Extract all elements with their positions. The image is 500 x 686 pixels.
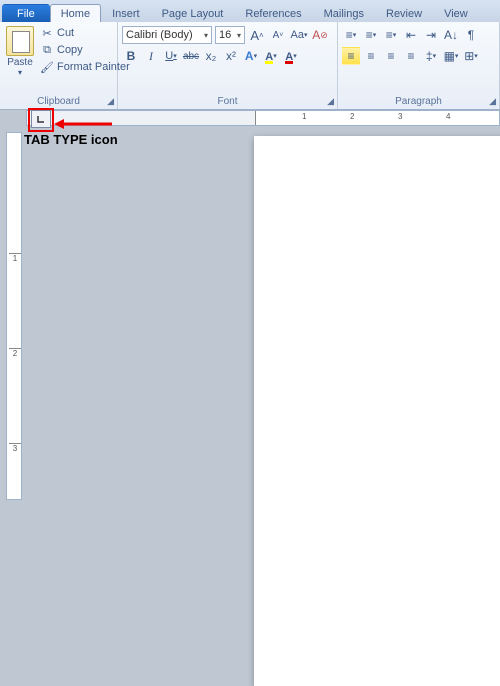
justify-button[interactable]: ≡	[402, 47, 420, 65]
italic-button[interactable]: I	[142, 47, 160, 65]
strikethrough-button[interactable]: abc	[182, 47, 200, 65]
paste-label: Paste	[7, 57, 33, 68]
paste-button[interactable]: Paste ▾	[4, 24, 36, 77]
shading-button[interactable]: ▦▾	[442, 47, 460, 65]
highlight-button[interactable]: A▾	[262, 47, 280, 65]
clipboard-expander-icon[interactable]: ◢	[107, 96, 114, 107]
paste-icon	[6, 26, 34, 56]
font-size-combo[interactable]: 16 ▾	[215, 26, 245, 44]
decrease-indent-button[interactable]: ⇤	[402, 26, 420, 44]
paragraph-group-label: Paragraph	[342, 95, 495, 108]
align-right-button[interactable]: ≡	[382, 47, 400, 65]
cut-label: Cut	[57, 27, 74, 39]
shrink-font-button[interactable]: A˅	[269, 26, 287, 44]
tab-insert[interactable]: Insert	[101, 4, 151, 22]
copy-label: Copy	[57, 44, 83, 56]
align-left-button[interactable]: ≡	[342, 47, 360, 65]
chevron-down-icon: ▾	[204, 31, 208, 40]
cut-icon: ✂	[40, 26, 54, 40]
change-case-button[interactable]: Aa▾	[290, 26, 308, 44]
ruler-scale: 1 2 3 4	[255, 111, 499, 125]
font-group-label: Font	[122, 95, 333, 108]
grow-font-button[interactable]: A˄	[248, 26, 266, 44]
format-painter-button[interactable]: 🖌Format Painter	[40, 60, 130, 74]
format-painter-icon: 🖌	[40, 60, 54, 74]
tab-references[interactable]: References	[234, 4, 312, 22]
font-name-combo[interactable]: Calibri (Body) ▾	[122, 26, 212, 44]
show-marks-button[interactable]: ¶	[462, 26, 480, 44]
paragraph-expander-icon[interactable]: ◢	[489, 96, 496, 107]
subscript-button[interactable]: x₂	[202, 47, 220, 65]
cut-button[interactable]: ✂Cut	[40, 26, 130, 40]
align-center-button[interactable]: ≡	[362, 47, 380, 65]
text-effects-button[interactable]: A▾	[242, 47, 260, 65]
document-page[interactable]	[254, 136, 500, 686]
annotation-highlight-box	[28, 108, 54, 132]
copy-icon: ⧉	[40, 43, 54, 57]
paste-dropdown-icon[interactable]: ▾	[18, 68, 22, 77]
ribbon-tabs: File Home Insert Page Layout References …	[0, 0, 500, 22]
document-workspace: 1 2 3 4 TAB TYPE icon 1 2 3	[0, 110, 500, 500]
tab-page-layout[interactable]: Page Layout	[151, 4, 235, 22]
numbering-button[interactable]: ≡▾	[362, 26, 380, 44]
underline-button[interactable]: U▾	[162, 47, 180, 65]
group-font: Calibri (Body)▾ 16▾ A˄ A˅ Aa▾ A⊘ B I U▾ …	[118, 22, 338, 109]
font-size-value: 16	[219, 29, 231, 41]
sort-button[interactable]: A↓	[442, 26, 460, 44]
font-name-value: Calibri (Body)	[126, 29, 193, 41]
clipboard-group-label: Clipboard	[4, 95, 113, 108]
bullets-button[interactable]: ≡▾	[342, 26, 360, 44]
tab-home[interactable]: Home	[50, 4, 101, 22]
bold-button[interactable]: B	[122, 47, 140, 65]
clear-formatting-button[interactable]: A⊘	[311, 26, 329, 44]
font-color-button[interactable]: A▾	[282, 47, 300, 65]
tab-view[interactable]: View	[433, 4, 479, 22]
superscript-button[interactable]: x²	[222, 47, 240, 65]
line-spacing-button[interactable]: ‡▾	[422, 47, 440, 65]
tab-file[interactable]: File	[2, 4, 50, 22]
horizontal-ruler[interactable]: 1 2 3 4	[26, 110, 500, 126]
group-clipboard: Paste ▾ ✂Cut ⧉Copy 🖌Format Painter Clipb…	[0, 22, 118, 109]
annotation-arrow-icon	[54, 117, 112, 131]
multilevel-list-button[interactable]: ≡▾	[382, 26, 400, 44]
vertical-ruler[interactable]: 1 2 3	[6, 132, 22, 500]
ribbon: Paste ▾ ✂Cut ⧉Copy 🖌Format Painter Clipb…	[0, 22, 500, 110]
tab-mailings[interactable]: Mailings	[313, 4, 375, 22]
chevron-down-icon: ▾	[237, 31, 241, 40]
group-paragraph: ≡▾ ≡▾ ≡▾ ⇤ ⇥ A↓ ¶ ≡ ≡ ≡ ≡ ‡▾ ▦▾ ⊞▾ Parag…	[338, 22, 500, 109]
font-expander-icon[interactable]: ◢	[327, 96, 334, 107]
borders-button[interactable]: ⊞▾	[462, 47, 480, 65]
annotation-label: TAB TYPE icon	[24, 132, 118, 147]
copy-button[interactable]: ⧉Copy	[40, 43, 130, 57]
tab-review[interactable]: Review	[375, 4, 433, 22]
increase-indent-button[interactable]: ⇥	[422, 26, 440, 44]
